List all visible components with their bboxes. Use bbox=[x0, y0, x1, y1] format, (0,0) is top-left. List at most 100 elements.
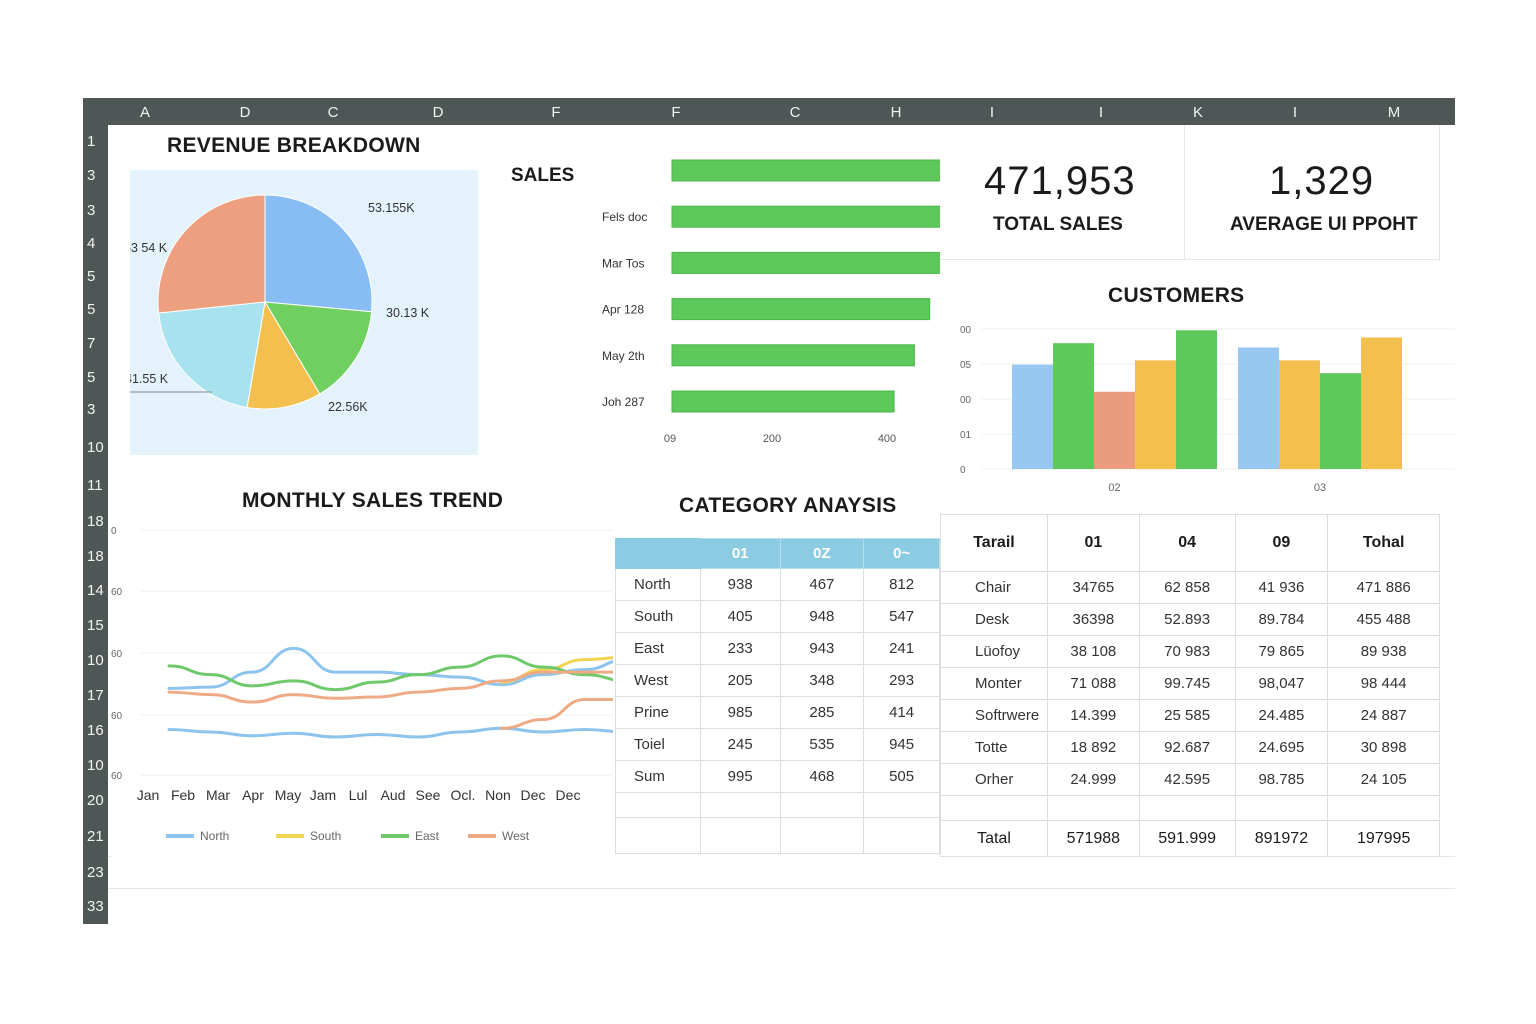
row-header[interactable]: 10 bbox=[87, 439, 104, 456]
table-cell[interactable]: Prine bbox=[615, 696, 701, 729]
table-cell[interactable] bbox=[699, 792, 781, 818]
table-cell[interactable]: 36398 bbox=[1046, 603, 1140, 636]
table-cell[interactable]: Sum bbox=[615, 760, 701, 793]
table-cell[interactable]: 24.695 bbox=[1234, 731, 1329, 764]
product-header-cell[interactable]: Tarail bbox=[940, 514, 1048, 572]
row-header[interactable]: 23 bbox=[87, 864, 104, 881]
row-header[interactable]: 33 bbox=[87, 898, 104, 915]
customers-bar[interactable] bbox=[1176, 330, 1217, 469]
customers-bar[interactable] bbox=[1279, 360, 1320, 469]
table-cell[interactable]: 812 bbox=[863, 568, 940, 601]
table-cell[interactable]: 24 105 bbox=[1327, 763, 1440, 796]
table-cell[interactable]: 92.687 bbox=[1138, 731, 1236, 764]
table-cell[interactable]: 348 bbox=[779, 664, 865, 697]
row-header[interactable]: 18 bbox=[87, 513, 104, 530]
table-cell[interactable]: 197995 bbox=[1327, 820, 1440, 857]
trend-legend-label[interactable]: South bbox=[310, 829, 341, 843]
row-header[interactable]: 10 bbox=[87, 652, 104, 669]
table-cell[interactable]: 24.485 bbox=[1234, 699, 1329, 732]
table-cell[interactable]: 245 bbox=[699, 728, 781, 761]
table-cell[interactable]: 79 865 bbox=[1234, 635, 1329, 668]
column-header[interactable]: C bbox=[790, 104, 801, 121]
table-cell[interactable]: 52.893 bbox=[1138, 603, 1236, 636]
trend-series-line[interactable] bbox=[167, 623, 613, 692]
row-header[interactable]: 5 bbox=[87, 369, 95, 386]
table-cell[interactable] bbox=[1046, 795, 1140, 821]
table-cell[interactable]: 233 bbox=[699, 632, 781, 665]
table-cell[interactable] bbox=[699, 817, 781, 854]
table-cell[interactable]: Totte bbox=[940, 731, 1048, 764]
column-header[interactable]: K bbox=[1193, 104, 1203, 121]
category-header-cell[interactable]: 01 bbox=[699, 538, 781, 569]
row-header[interactable]: 1 bbox=[87, 133, 95, 150]
table-cell[interactable]: 34765 bbox=[1046, 571, 1140, 604]
table-cell[interactable]: 948 bbox=[779, 600, 865, 633]
table-cell[interactable]: 62 858 bbox=[1138, 571, 1236, 604]
table-cell[interactable]: 30 898 bbox=[1327, 731, 1440, 764]
table-cell[interactable] bbox=[863, 817, 940, 854]
row-header[interactable]: 10 bbox=[87, 757, 104, 774]
column-header[interactable]: F bbox=[551, 104, 560, 121]
customers-bar[interactable] bbox=[1012, 364, 1053, 469]
row-header[interactable]: 5 bbox=[87, 268, 95, 285]
row-header[interactable]: 16 bbox=[87, 722, 104, 739]
table-cell[interactable]: Desk bbox=[940, 603, 1048, 636]
table-cell[interactable]: 38 108 bbox=[1046, 635, 1140, 668]
table-cell[interactable]: 98,047 bbox=[1234, 667, 1329, 700]
trend-series-line[interactable] bbox=[500, 695, 613, 730]
table-cell[interactable]: 99.745 bbox=[1138, 667, 1236, 700]
table-cell[interactable]: 70 983 bbox=[1138, 635, 1236, 668]
row-header[interactable]: 3 bbox=[87, 167, 95, 184]
row-header[interactable]: 3 bbox=[87, 401, 95, 418]
sales-bar[interactable] bbox=[671, 159, 940, 182]
table-cell[interactable]: 535 bbox=[779, 728, 865, 761]
customers-bar[interactable] bbox=[1320, 373, 1361, 469]
table-cell[interactable]: 405 bbox=[699, 600, 781, 633]
table-cell[interactable]: 285 bbox=[779, 696, 865, 729]
table-cell[interactable]: North bbox=[615, 568, 701, 601]
row-header[interactable]: 14 bbox=[87, 582, 104, 599]
table-cell[interactable]: 591.999 bbox=[1138, 820, 1236, 857]
row-header[interactable]: 15 bbox=[87, 617, 104, 634]
table-cell[interactable]: 471 886 bbox=[1327, 571, 1440, 604]
table-cell[interactable]: Orher bbox=[940, 763, 1048, 796]
column-header[interactable]: H bbox=[891, 104, 902, 121]
table-cell[interactable]: 24.999 bbox=[1046, 763, 1140, 796]
customers-bar[interactable] bbox=[1361, 337, 1402, 469]
table-cell[interactable]: 945 bbox=[863, 728, 940, 761]
row-header[interactable]: 7 bbox=[87, 335, 95, 352]
customers-bar[interactable] bbox=[1053, 343, 1094, 469]
column-header[interactable]: I bbox=[990, 104, 994, 121]
table-cell[interactable]: 18 892 bbox=[1046, 731, 1140, 764]
table-cell[interactable]: South bbox=[615, 600, 701, 633]
table-cell[interactable]: 467 bbox=[779, 568, 865, 601]
table-cell[interactable]: 89 938 bbox=[1327, 635, 1440, 668]
category-header-cell[interactable]: 0Z bbox=[779, 538, 865, 569]
sales-bar[interactable] bbox=[671, 298, 931, 321]
table-cell[interactable]: 71 088 bbox=[1046, 667, 1140, 700]
table-cell[interactable]: 414 bbox=[863, 696, 940, 729]
table-cell[interactable] bbox=[940, 795, 1048, 821]
trend-legend-label[interactable]: East bbox=[415, 829, 440, 843]
table-cell[interactable] bbox=[615, 817, 701, 854]
column-header[interactable]: F bbox=[671, 104, 680, 121]
table-cell[interactable]: East bbox=[615, 632, 701, 665]
table-cell[interactable]: 41 936 bbox=[1234, 571, 1329, 604]
column-header[interactable]: D bbox=[433, 104, 444, 121]
table-cell[interactable]: 241 bbox=[863, 632, 940, 665]
sales-bar[interactable] bbox=[671, 205, 940, 228]
row-header[interactable]: 4 bbox=[87, 235, 95, 252]
table-cell[interactable]: 455 488 bbox=[1327, 603, 1440, 636]
table-cell[interactable]: 985 bbox=[699, 696, 781, 729]
table-cell[interactable]: 571988 bbox=[1046, 820, 1140, 857]
table-cell[interactable]: Tatal bbox=[940, 820, 1048, 857]
table-cell[interactable]: Lüofoy bbox=[940, 635, 1048, 668]
product-header-cell[interactable]: 09 bbox=[1234, 514, 1329, 572]
table-cell[interactable] bbox=[1234, 795, 1329, 821]
row-header[interactable]: 17 bbox=[87, 687, 104, 704]
table-cell[interactable]: 938 bbox=[699, 568, 781, 601]
table-cell[interactable]: 98 444 bbox=[1327, 667, 1440, 700]
table-cell[interactable]: 25 585 bbox=[1138, 699, 1236, 732]
table-cell[interactable]: 547 bbox=[863, 600, 940, 633]
table-cell[interactable]: Toiel bbox=[615, 728, 701, 761]
